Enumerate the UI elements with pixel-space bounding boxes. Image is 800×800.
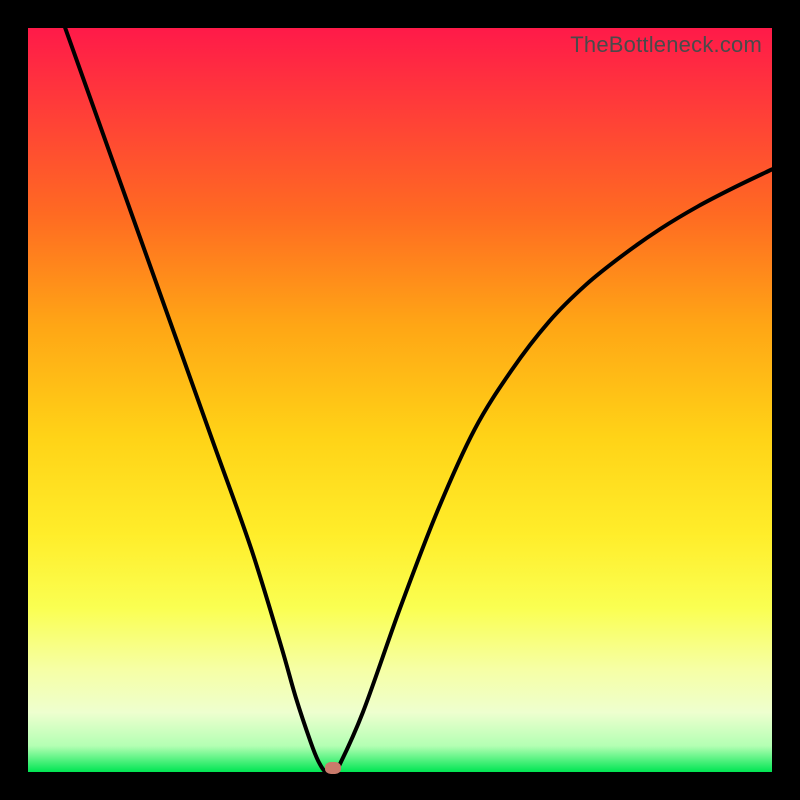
plot-area: TheBottleneck.com [28, 28, 772, 772]
watermark-text: TheBottleneck.com [570, 32, 762, 58]
optimum-marker [325, 762, 341, 774]
curve-svg [28, 28, 772, 772]
bottleneck-curve [65, 28, 772, 772]
chart-frame: TheBottleneck.com [0, 0, 800, 800]
